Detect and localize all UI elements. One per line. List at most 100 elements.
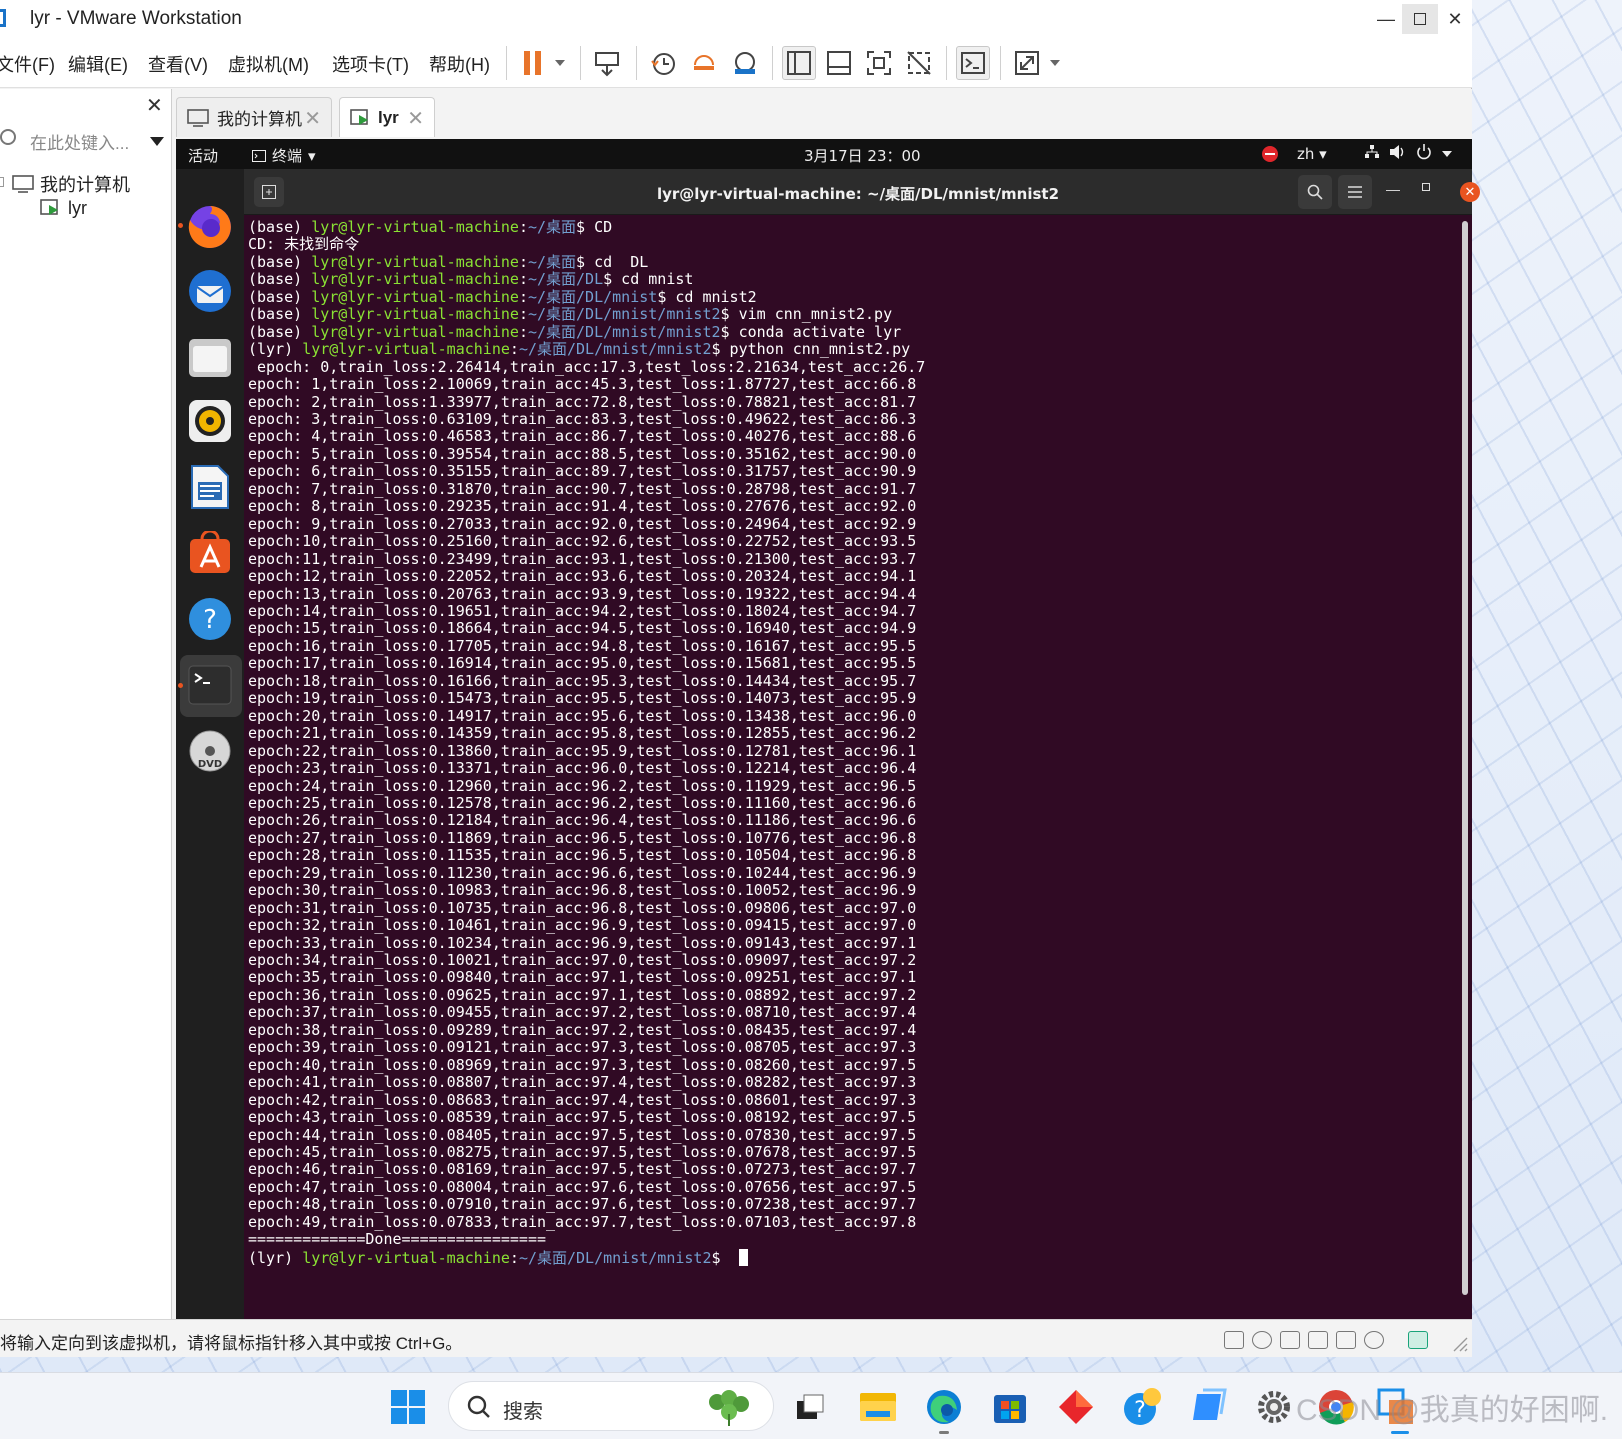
- thunderbird-icon: [189, 270, 231, 312]
- pause-dropdown-arrow[interactable]: [555, 60, 565, 66]
- prompt-colon: :: [509, 340, 519, 359]
- dock-thunderbird[interactable]: [186, 267, 234, 315]
- terminal-scrollbar[interactable]: [1462, 221, 1468, 1295]
- menu-vm[interactable]: 虚拟机(M): [228, 51, 309, 77]
- dock-files[interactable]: [186, 333, 234, 381]
- console-view-button[interactable]: [956, 46, 990, 80]
- usb-device-icon[interactable]: [1364, 1331, 1384, 1349]
- activities-button[interactable]: 活动: [188, 145, 218, 166]
- computer-icon: [187, 108, 209, 127]
- cd-dvd-icon[interactable]: [1252, 1331, 1272, 1349]
- start-button[interactable]: [388, 1387, 428, 1427]
- revert-snapshot-button[interactable]: [687, 46, 721, 80]
- epoch-log-line: epoch:39,train_loss:0.09121,train_acc:97…: [248, 1038, 917, 1057]
- epoch-log-line: epoch:45,train_loss:0.08275,train_acc:97…: [248, 1143, 917, 1162]
- menu-help[interactable]: 帮助(H): [429, 51, 490, 77]
- terminal-minimize-button[interactable]: —: [1386, 181, 1400, 197]
- toolbar-separator: [772, 46, 773, 80]
- search-icon: [1307, 184, 1323, 200]
- dock-dvd[interactable]: DVD: [186, 727, 234, 775]
- tab-my-computer[interactable]: 我的计算机 ✕: [176, 97, 332, 137]
- dock-terminal[interactable]: [186, 661, 234, 709]
- menu-tabs[interactable]: 选项卡(T): [332, 51, 409, 77]
- menu-edit[interactable]: 编辑(E): [68, 51, 128, 77]
- stretch-guest-button[interactable]: [1010, 46, 1044, 80]
- terminal-search-button[interactable]: [1298, 175, 1332, 209]
- taskbar-search-box[interactable]: 搜索: [448, 1381, 774, 1431]
- dock-firefox[interactable]: [186, 203, 234, 251]
- terminal-menu-button[interactable]: [1338, 175, 1372, 209]
- chevron-down-icon[interactable]: [150, 137, 164, 146]
- message-log-icon[interactable]: [1408, 1331, 1428, 1349]
- library-panel-icon: [787, 51, 811, 75]
- windows-taskbar: 搜索 ? CSDN @我真的好困啊.: [0, 1372, 1622, 1439]
- library-close-button[interactable]: ✕: [146, 93, 163, 118]
- library-search-input[interactable]: 在此处键入...: [30, 129, 129, 154]
- hard-disk-icon[interactable]: [1224, 1331, 1244, 1349]
- tree-item-my-computer[interactable]: 我的计算机: [12, 171, 130, 197]
- menu-file[interactable]: 文件(F): [0, 51, 55, 77]
- full-screen-button[interactable]: [862, 46, 896, 80]
- epoch-log-line: epoch:11,train_loss:0.23499,train_acc:93…: [248, 549, 917, 568]
- taskbar-settings[interactable]: [1254, 1387, 1294, 1427]
- guest-display[interactable]: 活动 终端 ▾ 3月17日 23：00 zh ▾ ? DVD lyr@lyr-v…: [176, 139, 1480, 1434]
- terminal-header-bar: lyr@lyr-virtual-machine: ~/桌面/DL/mnist/m…: [244, 169, 1480, 215]
- dock-help[interactable]: ?: [186, 595, 234, 643]
- terminal-maximize-button[interactable]: [1422, 183, 1430, 191]
- taskbar-help-tips[interactable]: ?: [1122, 1387, 1162, 1427]
- tab-label: 我的计算机: [217, 110, 302, 129]
- unity-mode-button[interactable]: [902, 46, 936, 80]
- volume-icon[interactable]: [1389, 144, 1407, 164]
- input-method-menu[interactable]: zh ▾: [1297, 145, 1327, 163]
- library-search[interactable]: 在此处键入...: [0, 127, 168, 155]
- power-icon[interactable]: [1416, 143, 1432, 165]
- pause-vm-button[interactable]: [516, 46, 550, 80]
- prompt-dollar: $: [576, 252, 586, 271]
- tree-expander[interactable]: [0, 177, 4, 187]
- show-thumbnail-bar-button[interactable]: [822, 46, 856, 80]
- chevron-down-icon: ▾: [1319, 145, 1327, 163]
- svg-text:?: ?: [1134, 1398, 1146, 1423]
- network-icon[interactable]: [1364, 144, 1380, 164]
- snapshot-clock-icon: [651, 53, 675, 75]
- terminal-output[interactable]: (base) lyr@lyr-virtual-machine:~/桌面$ CD C…: [248, 219, 1418, 1309]
- epoch-log-line: epoch: 7,train_loss:0.31870,train_acc:90…: [248, 479, 917, 498]
- prompt-path: ~/桌面/DL: [527, 270, 604, 289]
- tab-close-icon[interactable]: ✕: [304, 106, 321, 131]
- resize-grip-icon[interactable]: [1450, 1334, 1468, 1352]
- taskbar-app-blue[interactable]: [1188, 1387, 1228, 1427]
- show-library-button[interactable]: [782, 46, 816, 80]
- taskbar-task-view[interactable]: [790, 1387, 830, 1427]
- taskbar-edge[interactable]: [924, 1387, 964, 1427]
- tree-item-lyr[interactable]: lyr: [40, 197, 87, 219]
- prompt-user: lyr@lyr-virtual-machine: [311, 305, 519, 324]
- maximize-button[interactable]: [1402, 4, 1438, 34]
- prompt-path: ~/桌面/DL/mnist/mnist2: [518, 340, 712, 359]
- network-adapter-icon[interactable]: [1280, 1331, 1300, 1349]
- printer-icon[interactable]: [1308, 1331, 1328, 1349]
- app-menu-terminal[interactable]: 终端 ▾: [252, 145, 316, 166]
- tab-close-icon[interactable]: ✕: [407, 106, 424, 131]
- dock-ubuntu-software[interactable]: [186, 529, 234, 577]
- taskbar-store[interactable]: [990, 1387, 1030, 1427]
- sound-card-icon[interactable]: [1336, 1331, 1356, 1349]
- taskbar-file-explorer[interactable]: [858, 1387, 898, 1427]
- minimize-button[interactable]: —: [1368, 4, 1404, 34]
- snapshot-manager-button[interactable]: [728, 46, 762, 80]
- clock[interactable]: 3月17日 23：00: [804, 145, 921, 166]
- taskbar-app-red[interactable]: [1056, 1387, 1096, 1427]
- dock-rhythmbox[interactable]: [186, 397, 234, 445]
- send-ctrl-alt-del-button[interactable]: [590, 46, 624, 80]
- tab-lyr[interactable]: lyr ✕: [339, 97, 435, 137]
- system-menu-arrow[interactable]: [1442, 151, 1452, 157]
- epoch-log-line: epoch:42,train_loss:0.08683,train_acc:97…: [248, 1090, 917, 1109]
- dock-libreoffice-writer[interactable]: [186, 463, 234, 511]
- stretch-dropdown-arrow[interactable]: [1050, 60, 1060, 66]
- prompt-colon: :: [518, 322, 528, 341]
- epoch-log-line: epoch:12,train_loss:0.22052,train_acc:93…: [248, 567, 917, 586]
- terminal-window[interactable]: lyr@lyr-virtual-machine: ~/桌面/DL/mnist/m…: [244, 169, 1480, 1319]
- close-button[interactable]: ✕: [1437, 4, 1473, 34]
- menu-view[interactable]: 查看(V): [148, 51, 208, 77]
- terminal-close-button[interactable]: ✕: [1460, 182, 1480, 202]
- snapshot-button[interactable]: [646, 46, 680, 80]
